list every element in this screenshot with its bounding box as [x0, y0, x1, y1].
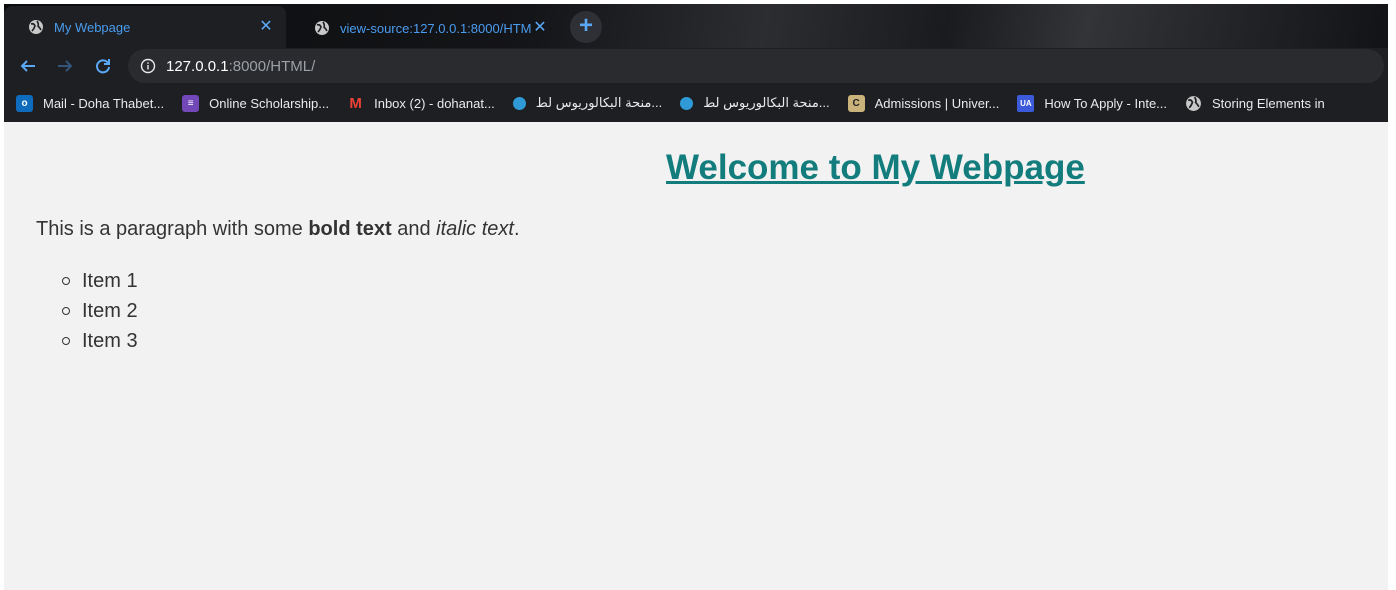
circle-bullet-icon [62, 337, 70, 345]
list-item: Item 3 [62, 326, 138, 356]
paragraph-text: This is a paragraph with some [36, 218, 309, 240]
bookmark-label: Online Scholarship... [209, 95, 330, 111]
scholarship-icon [512, 96, 526, 110]
globe-icon [29, 20, 43, 34]
outlook-icon: o [16, 94, 33, 112]
scholarship-icon [680, 96, 694, 110]
bookmarks-bar: o Mail - Doha Thabet... ≡ Online Scholar… [4, 84, 1388, 122]
info-icon[interactable] [140, 58, 156, 74]
apply-icon: UA [1017, 94, 1035, 112]
bookmark-label: Admissions | Univer... [874, 95, 1000, 111]
item-list: Item 1 Item 2 Item 3 [62, 266, 138, 356]
list-item: Item 2 [62, 296, 138, 326]
bookmark-storing-elements[interactable]: Storing Elements in [1185, 95, 1325, 112]
tab-title: My Webpage [54, 19, 131, 35]
forms-icon: ≡ [182, 94, 200, 112]
new-tab-button[interactable]: + [570, 11, 602, 43]
bookmark-scholarship-1[interactable]: منحة البكالوريوس لط... [512, 95, 663, 111]
arrow-left-icon [20, 60, 35, 72]
paragraph-text: . [513, 218, 520, 240]
bookmark-label: How To Apply - Inte... [1044, 95, 1168, 111]
italic-text: italic text [436, 218, 514, 240]
bookmark-label: Mail - Doha Thabet... [43, 95, 165, 111]
tab-my-webpage[interactable]: My Webpage ✕ [4, 6, 286, 48]
address-bar[interactable]: 127.0.0.1:8000/HTML/ [128, 49, 1384, 83]
paragraph: This is a paragraph with some bold text … [36, 218, 520, 241]
browser-window: My Webpage ✕ view-source:127.0.0.1:8000/… [4, 4, 1388, 590]
bookmark-label: Storing Elements in [1212, 95, 1325, 111]
university-icon: C [847, 94, 865, 112]
bookmark-how-to-apply[interactable]: UA How To Apply - Inte... [1017, 94, 1168, 112]
paragraph-text: and [391, 218, 437, 240]
bold-text: bold text [308, 218, 392, 240]
arrow-right-icon [58, 60, 73, 72]
page-heading: Welcome to My Webpage [666, 148, 1085, 187]
reload-icon [96, 59, 110, 74]
close-tab-icon[interactable]: ✕ [258, 19, 274, 35]
bookmark-inbox[interactable]: M Inbox (2) - dohanat... [347, 94, 495, 112]
bookmark-label: Inbox (2) - dohanat... [374, 95, 495, 111]
circle-bullet-icon [62, 277, 70, 285]
tab-strip: My Webpage ✕ view-source:127.0.0.1:8000/… [4, 4, 1388, 48]
bookmark-label: منحة البكالوريوس لط... [535, 95, 663, 110]
circle-bullet-icon [62, 307, 70, 315]
back-button[interactable] [15, 53, 41, 79]
page-content: Welcome to My Webpage This is a paragrap… [4, 122, 1388, 590]
tab-title: view-source:127.0.0.1:8000/HTML [340, 20, 532, 36]
toolbar: 127.0.0.1:8000/HTML/ [4, 48, 1388, 84]
bookmark-online-scholarship[interactable]: ≡ Online Scholarship... [182, 94, 330, 112]
close-tab-icon[interactable]: ✕ [532, 20, 548, 36]
bookmark-label: منحة البكالوريوس لط... [703, 95, 830, 110]
list-item: Item 1 [62, 266, 138, 296]
reload-button[interactable] [90, 53, 116, 79]
bookmark-scholarship-2[interactable]: منحة البكالوريوس لط... [680, 95, 830, 111]
url-host: 127.0.0.1 [166, 57, 229, 75]
list-item-label: Item 1 [82, 270, 138, 292]
url-path: :8000/HTML/ [228, 57, 316, 75]
gmail-icon: M [349, 94, 362, 112]
globe-icon [1186, 95, 1201, 111]
list-item-label: Item 3 [82, 330, 138, 352]
bookmark-mail[interactable]: o Mail - Doha Thabet... [16, 94, 165, 112]
bookmark-admissions[interactable]: C Admissions | Univer... [847, 94, 1000, 112]
globe-icon [315, 21, 329, 35]
forward-button[interactable] [52, 53, 78, 79]
list-item-label: Item 2 [82, 300, 138, 322]
tab-view-source[interactable]: view-source:127.0.0.1:8000/HTML ✕ [290, 8, 560, 48]
